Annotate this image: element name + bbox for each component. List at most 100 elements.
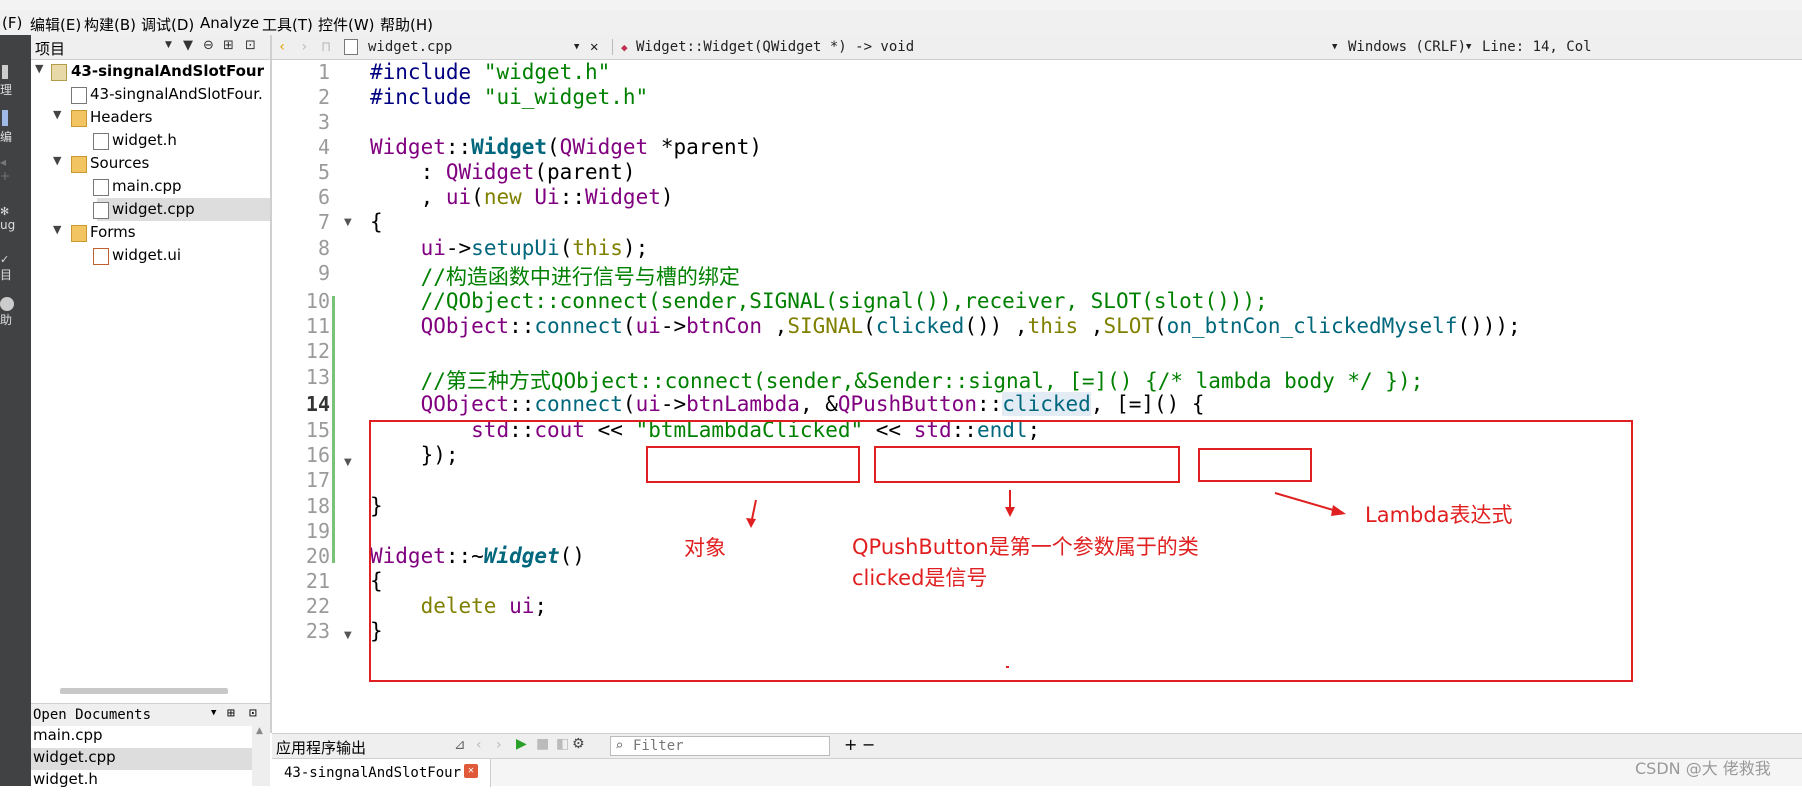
- fold-marker-icon[interactable]: ▼: [344, 217, 352, 228]
- code-line: ui->setupUi(this);: [420, 236, 649, 260]
- stop-icon[interactable]: ■: [536, 736, 549, 752]
- open-documents-title: Open Documents: [33, 707, 152, 723]
- prev-icon[interactable]: ‹: [476, 737, 482, 753]
- open-document-item[interactable]: widget.cpp: [31, 748, 253, 770]
- position-chevron-icon[interactable]: ▼: [1466, 42, 1471, 52]
- filter-input[interactable]: ⌕ Filter: [610, 736, 830, 756]
- mode-debug[interactable]: ✻ ug: [0, 205, 31, 232]
- line-number: 22: [305, 594, 330, 618]
- menu-debug[interactable]: 调试(D): [141, 14, 194, 35]
- pane-selector-chevron-icon[interactable]: ▼: [165, 40, 172, 50]
- menu-bar: (F) 编辑(E) 构建(B) 调试(D) Analyze 工具(T) 控件(W…: [0, 11, 1802, 35]
- line-number: 9: [317, 261, 330, 285]
- line-number: 4: [317, 135, 330, 159]
- current-file-label[interactable]: widget.cpp: [368, 39, 452, 55]
- expand-arrow-icon[interactable]: ▼: [35, 62, 49, 75]
- zoom-in-icon[interactable]: +: [844, 735, 857, 754]
- menu-edit[interactable]: 编辑(E): [30, 14, 81, 35]
- link-icon[interactable]: ⊖: [203, 38, 214, 53]
- annotation-box-sender: [646, 446, 860, 483]
- filter-icon[interactable]: ▼: [183, 38, 193, 53]
- title-bar: [0, 0, 1802, 11]
- attach-icon[interactable]: ⊿: [454, 737, 466, 753]
- close-tab-icon[interactable]: ✕: [464, 764, 478, 778]
- cursor-position[interactable]: Line: 14, Col: [1482, 39, 1592, 55]
- line-number: 21: [305, 569, 330, 593]
- folder-icon: [71, 156, 87, 173]
- tree-horizontal-scrollbar[interactable]: [60, 688, 228, 694]
- scroll-up-icon[interactable]: ▲: [256, 726, 263, 736]
- file-dropdown-chevron-icon[interactable]: ▼: [574, 42, 579, 52]
- tree-item-label: Forms: [90, 223, 136, 241]
- mode-edit[interactable]: 编: [0, 110, 31, 145]
- line-number: 13: [305, 365, 330, 389]
- mode-help[interactable]: 助: [0, 297, 31, 328]
- file-icon: [93, 179, 109, 196]
- tree-item-pro-file[interactable]: 43-singnalAndSlotFour.: [31, 83, 270, 106]
- open-documents-scrollbar[interactable]: ▲: [252, 726, 270, 786]
- line-number: 8: [317, 236, 330, 260]
- line-ending-chevron-icon[interactable]: ▼: [1332, 42, 1337, 52]
- mode-welcome[interactable]: 理: [0, 65, 31, 98]
- next-icon[interactable]: ›: [496, 737, 502, 753]
- close-pane-icon[interactable]: ⊡: [249, 706, 257, 721]
- modified-lines-marker: [332, 296, 335, 563]
- expand-arrow-icon[interactable]: ▼: [53, 154, 67, 167]
- close-file-icon[interactable]: ✕: [590, 39, 598, 55]
- menu-analyze[interactable]: Analyze: [200, 14, 259, 32]
- project-toolbar: 项目 ▼ ▼ ⊖ ⊞ ⊡: [31, 35, 270, 60]
- open-document-item[interactable]: main.cpp: [31, 726, 253, 748]
- line-ending-selector[interactable]: Windows (CRLF): [1348, 39, 1466, 55]
- fold-marker-icon[interactable]: ▼: [344, 457, 352, 468]
- annotation-class: QPushButton是第一个参数属于的类: [852, 535, 1199, 559]
- open-documents-list: main.cpp widget.cpp widget.h: [31, 726, 270, 788]
- mode-design[interactable]: ◂ +: [0, 155, 31, 183]
- code-line: #include "ui_widget.h": [370, 85, 649, 109]
- tree-item-main-cpp[interactable]: main.cpp: [31, 175, 270, 198]
- tree-item-widget-cpp[interactable]: widget.cpp: [93, 198, 270, 221]
- tree-item-headers[interactable]: ▼ Headers: [31, 106, 270, 129]
- tree-item-project[interactable]: ▼ 43-singnalAndSlotFour: [31, 60, 270, 83]
- menu-tools[interactable]: 工具(T): [262, 14, 313, 35]
- fold-marker-icon[interactable]: ▼: [344, 630, 352, 641]
- tree-item-label: Headers: [90, 108, 153, 126]
- line-number: 23: [305, 619, 330, 643]
- open-document-item[interactable]: widget.h: [31, 770, 253, 792]
- tree-item-widget-h[interactable]: widget.h: [31, 129, 270, 152]
- menu-build[interactable]: 构建(B): [84, 14, 136, 35]
- tree-item-sources[interactable]: ▼ Sources: [31, 152, 270, 175]
- project-icon: [51, 64, 67, 81]
- menu-file[interactable]: (F): [2, 14, 22, 32]
- code-line: {: [370, 210, 383, 234]
- expand-arrow-icon[interactable]: ▼: [53, 223, 67, 236]
- bug-icon: ✻: [0, 205, 10, 218]
- forward-icon[interactable]: ›: [300, 39, 308, 55]
- annotation-box-lambda: [1198, 448, 1312, 482]
- output-toolbar: 应用程序输出 ⊿ ‹ › ▶ ■ ◧ ⚙ + −: [272, 733, 1802, 758]
- run-icon[interactable]: ▶: [516, 736, 527, 752]
- mode-projects[interactable]: ✓ 目: [0, 253, 31, 283]
- output-tab[interactable]: 43-singnalAndSlotFour ✕: [272, 759, 491, 787]
- line-number: 19: [305, 519, 330, 543]
- tree-item-widget-ui[interactable]: widget.ui: [31, 244, 270, 267]
- folder-icon: [71, 225, 87, 242]
- tree-item-label: widget.h: [112, 131, 177, 149]
- menu-controls[interactable]: 控件(W): [318, 14, 375, 35]
- edit-icon: [2, 110, 8, 126]
- menu-help[interactable]: 帮助(H): [380, 14, 433, 35]
- tree-item-forms[interactable]: ▼ Forms: [31, 221, 270, 244]
- tree-item-label: widget.cpp: [112, 200, 195, 218]
- split-icon[interactable]: ⊞: [223, 38, 234, 53]
- code-line: QObject::connect(ui->btnCon ,SIGNAL(clic…: [420, 314, 1521, 338]
- split-icon[interactable]: ⊞: [227, 706, 235, 721]
- annotation-lambda: Lambda表达式: [1365, 503, 1513, 527]
- settings-gear-icon[interactable]: ⚙: [572, 736, 585, 752]
- symbol-selector[interactable]: Widget::Widget(QWidget *) -> void: [636, 39, 914, 55]
- search-icon: ⌕: [615, 738, 624, 754]
- back-icon[interactable]: ‹: [278, 39, 286, 55]
- expand-arrow-icon[interactable]: ▼: [53, 108, 67, 121]
- chevron-down-icon[interactable]: ▼: [211, 708, 216, 718]
- zoom-out-icon[interactable]: −: [862, 735, 875, 754]
- close-pane-icon[interactable]: ⊡: [245, 38, 256, 53]
- clear-icon[interactable]: ◧: [556, 736, 569, 752]
